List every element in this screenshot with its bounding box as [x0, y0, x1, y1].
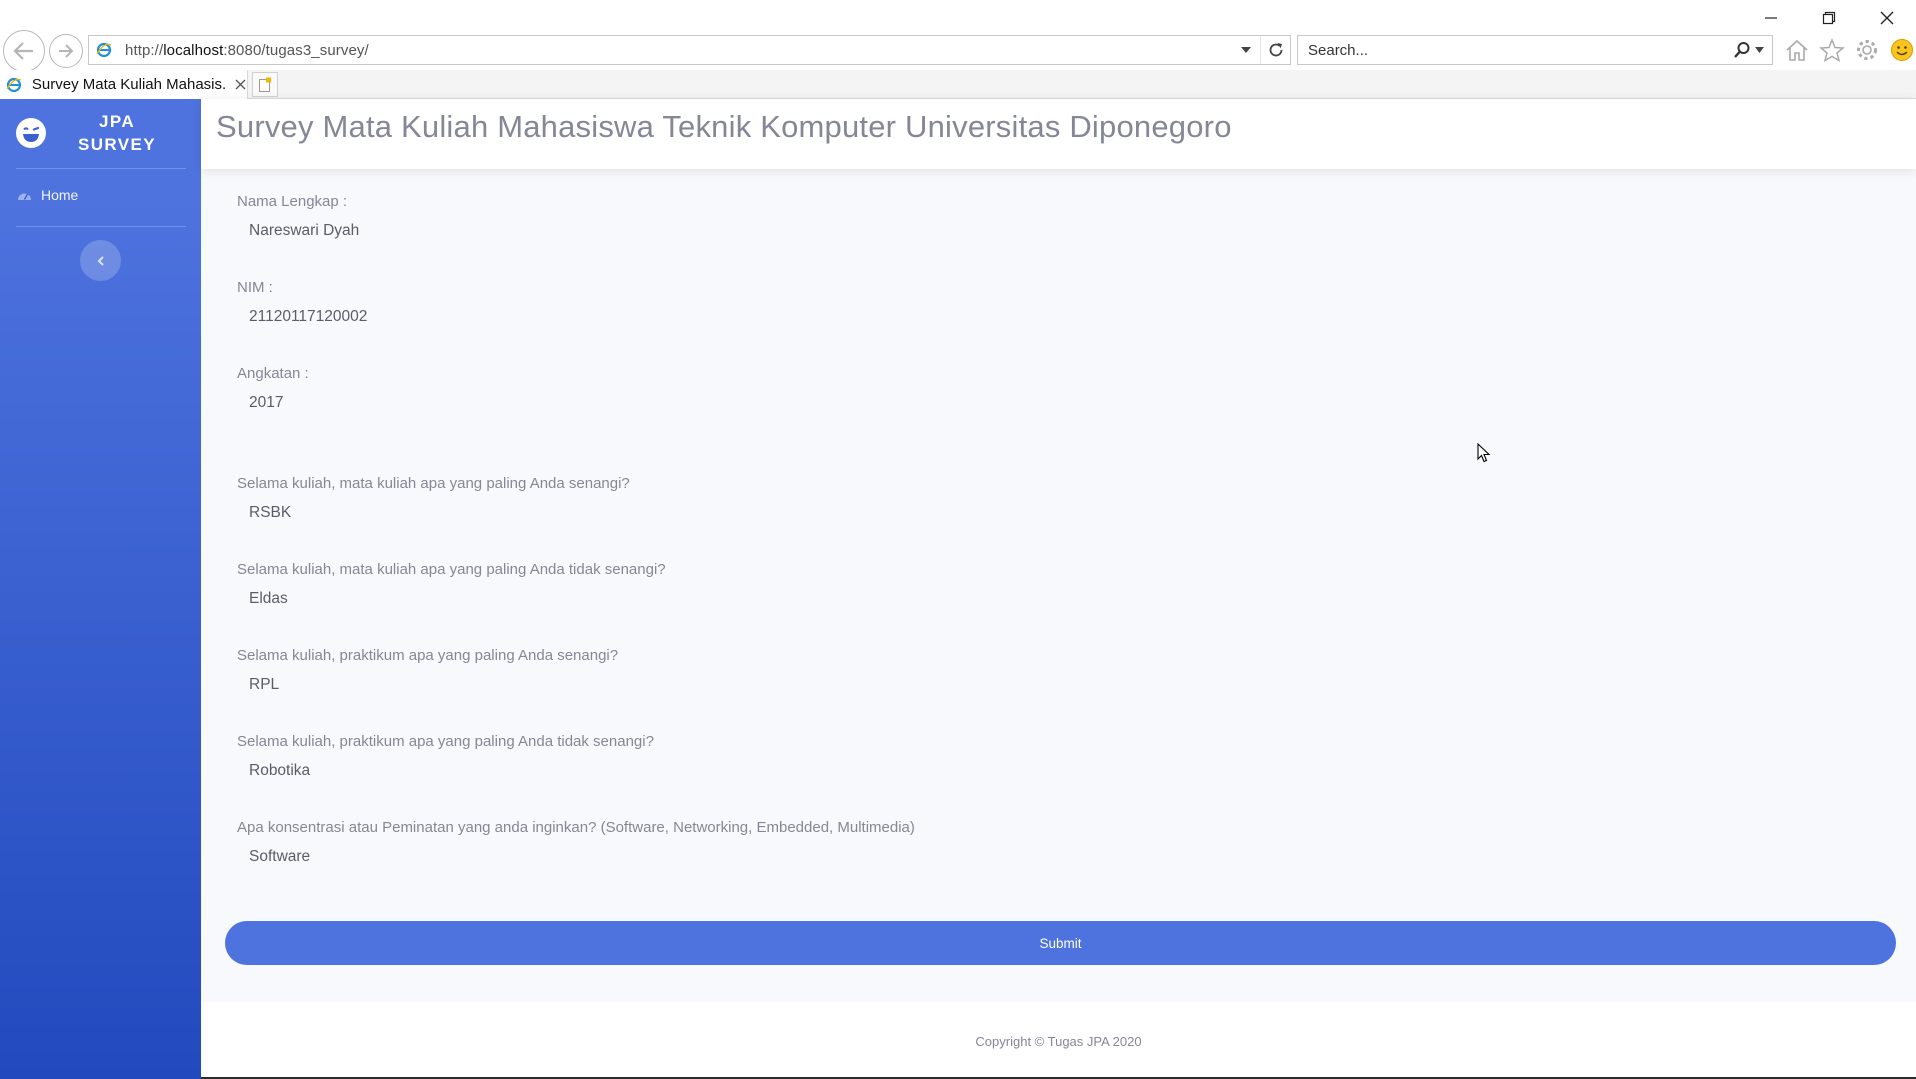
refresh-button[interactable] [1260, 36, 1290, 64]
caret-down-icon [1754, 47, 1764, 53]
field-nim: NIM : 21120117120002 [237, 279, 367, 326]
restore-icon [1822, 11, 1836, 25]
laugh-wink-icon [16, 118, 46, 148]
tab-title: Survey Mata Kuliah Mahasis... [31, 76, 228, 93]
brand-name: JPA SURVEY [62, 110, 172, 156]
sidebar-item-label: Home [41, 187, 79, 203]
footer: Copyright © Tugas JPA 2020 [201, 1002, 1916, 1079]
url-prefix: http:// [125, 41, 164, 59]
field-value: Robotika [249, 762, 311, 779]
ie-page-icon [6, 77, 22, 92]
field-label: Selama kuliah, mata kuliah apa yang pali… [237, 475, 630, 492]
copyright-text: Copyright © Tugas JPA 2020 [975, 1034, 1142, 1049]
dashboard-icon [17, 188, 33, 202]
caret-down-icon [1241, 47, 1251, 53]
refresh-icon [1269, 43, 1282, 57]
field-value: 21120117120002 [249, 308, 368, 325]
forward-button[interactable] [49, 34, 83, 68]
sidebar-divider [16, 168, 186, 169]
field-label: Nama Lengkap : [237, 193, 348, 210]
close-icon [1880, 11, 1894, 25]
field-value: RPL [249, 676, 280, 693]
field-label: NIM : [237, 279, 273, 296]
submit-button[interactable]: Submit [225, 921, 1896, 965]
search-icon [1733, 42, 1749, 58]
settings-button[interactable] [1853, 36, 1881, 64]
favorites-button[interactable] [1818, 36, 1846, 64]
minimize-icon [1765, 17, 1777, 19]
field-value: Nareswari Dyah [249, 222, 360, 239]
field-praktikum-senang: Selama kuliah, praktikum apa yang paling… [237, 647, 618, 694]
field-peminatan: Apa konsentrasi atau Peminatan yang anda… [237, 819, 915, 866]
tab-survey[interactable]: Survey Mata Kuliah Mahasis... [0, 70, 248, 99]
arrow-right-icon [59, 44, 74, 58]
address-bar[interactable]: http://localhost:8080/tugas3_survey/ [88, 35, 1291, 65]
search-input[interactable]: Search... [1298, 42, 1724, 59]
restore-button[interactable] [1800, 0, 1858, 36]
gear-icon [1857, 40, 1877, 60]
mouse-cursor-icon [1477, 443, 1491, 463]
sidebar: JPA SURVEY Home [0, 99, 201, 1079]
url-text[interactable]: http://localhost:8080/tugas3_survey/ [119, 42, 1232, 59]
new-tab-button[interactable] [252, 72, 278, 97]
page-title: Survey Mata Kuliah Mahasiswa Teknik Komp… [216, 109, 1232, 144]
chevron-left-icon [97, 255, 104, 266]
field-label: Selama kuliah, mata kuliah apa yang pali… [237, 561, 666, 578]
field-matkul-tidak-senang: Selama kuliah, mata kuliah apa yang pali… [237, 561, 666, 608]
tab-close-button[interactable] [233, 78, 247, 92]
star-icon [1819, 38, 1845, 62]
address-dropdown-button[interactable] [1232, 47, 1260, 53]
minimize-button[interactable] [1742, 0, 1800, 36]
url-rest: :8080/tugas3_survey/ [223, 41, 369, 59]
field-value: RSBK [249, 504, 292, 521]
field-value: Software [249, 848, 311, 865]
tab-strip: Survey Mata Kuliah Mahasis... [0, 70, 1916, 99]
sidebar-divider [16, 226, 186, 227]
new-tab-icon [259, 77, 271, 92]
field-label: Selama kuliah, praktikum apa yang paling… [237, 733, 654, 750]
browser-toolbar [1783, 36, 1916, 64]
sidebar-item-home[interactable]: Home [17, 187, 78, 203]
brand-line-1: JPA [98, 112, 135, 131]
sidebar-toggle-button[interactable] [80, 240, 121, 281]
field-value: Eldas [249, 590, 288, 607]
close-icon [235, 79, 245, 90]
ie-page-icon [89, 42, 119, 58]
window-controls [1742, 0, 1916, 36]
home-button[interactable] [1783, 36, 1811, 64]
home-icon [1786, 39, 1808, 61]
field-angkatan: Angkatan : 2017 [237, 365, 309, 412]
topbar: Survey Mata Kuliah Mahasiswa Teknik Komp… [201, 99, 1916, 169]
search-box[interactable]: Search... [1297, 35, 1773, 65]
browser-chrome: http://localhost:8080/tugas3_survey/ Sea… [0, 0, 1916, 99]
field-value: 2017 [249, 394, 284, 411]
feedback-button[interactable] [1888, 36, 1916, 64]
close-window-button[interactable] [1858, 0, 1916, 36]
smiley-icon [1891, 39, 1913, 61]
sidebar-brand[interactable]: JPA SURVEY [0, 99, 201, 169]
url-host: localhost [163, 41, 224, 59]
page-viewport: JPA SURVEY Home Survey Mata Kuliah Mahas… [0, 99, 1916, 1079]
field-label: Angkatan : [237, 365, 309, 382]
field-praktikum-tidak-senang: Selama kuliah, praktikum apa yang paling… [237, 733, 654, 780]
back-button[interactable] [3, 30, 45, 72]
search-button[interactable] [1724, 41, 1772, 59]
field-label: Apa konsentrasi atau Peminatan yang anda… [237, 819, 915, 836]
field-matkul-senang: Selama kuliah, mata kuliah apa yang pali… [237, 475, 630, 522]
field-nama-lengkap: Nama Lengkap : Nareswari Dyah [237, 193, 359, 240]
arrow-left-icon [13, 42, 33, 60]
field-label: Selama kuliah, praktikum apa yang paling… [237, 647, 619, 664]
brand-line-2: SURVEY [77, 135, 156, 154]
